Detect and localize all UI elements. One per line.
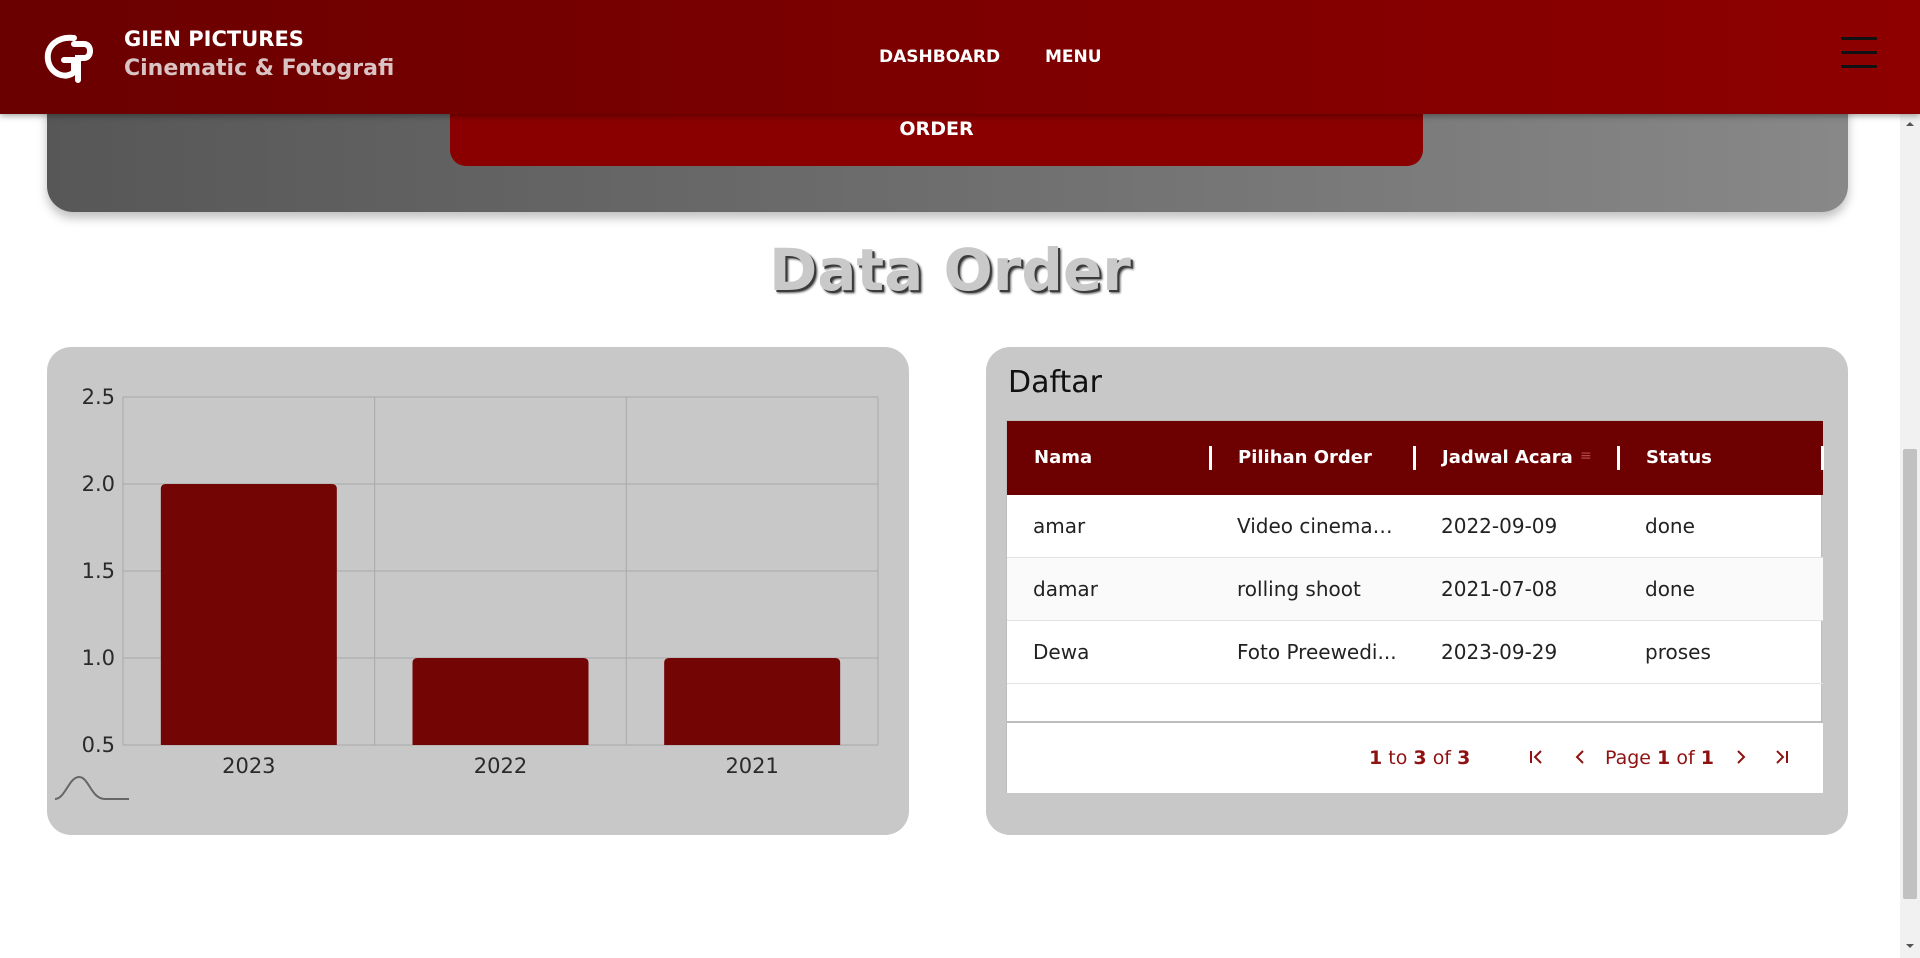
column-header-nama[interactable]: Nama: [1034, 421, 1092, 495]
column-resize-handle[interactable]: [1617, 446, 1620, 470]
nav-dashboard[interactable]: DASHBOARD: [879, 47, 1000, 67]
cell-pilihan-order: Foto Preewedi...: [1237, 640, 1397, 664]
chart-type-toggle-icon[interactable]: [54, 775, 129, 800]
chart-card: 2.5 2.0 1.5 1.0 0.5 2023 2022 2021: [47, 347, 909, 835]
scroll-down-arrow-icon[interactable]: [1904, 940, 1916, 952]
next-page-icon[interactable]: [1731, 747, 1751, 767]
row-from: 1: [1369, 747, 1383, 769]
cell-nama: Dewa: [1033, 640, 1090, 664]
chart-bar: [160, 484, 337, 745]
x-tick-label: 2021: [725, 754, 778, 778]
row-to: 3: [1413, 747, 1427, 769]
sort-lines-icon[interactable]: ≡: [1580, 449, 1596, 463]
cell-jadwal-acara: 2021-07-08: [1441, 577, 1558, 601]
of-word: of: [1676, 747, 1695, 769]
page-summary: Page 1 of 1: [1605, 723, 1714, 793]
y-tick-label: 2.5: [82, 385, 115, 409]
page-word: Page: [1605, 747, 1651, 769]
chart-bar: [412, 658, 589, 745]
column-header-status[interactable]: Status: [1646, 421, 1712, 495]
pagination-bar: 1 to 3 of 3 Page 1 of 1: [1007, 721, 1823, 793]
grid-header: Nama Pilihan Order Jadwal Acara ≡ Status: [1007, 421, 1824, 495]
cell-nama: amar: [1033, 514, 1086, 538]
column-resize-handle[interactable]: [1413, 446, 1416, 470]
y-tick-label: 1.5: [82, 559, 115, 583]
first-page-icon[interactable]: [1526, 747, 1546, 767]
y-tick-label: 0.5: [82, 733, 115, 757]
nav-menu[interactable]: MENU: [1045, 47, 1102, 67]
cell-pilihan-order: Video cinematic: [1237, 514, 1397, 538]
cell-jadwal-acara: 2023-09-29: [1441, 640, 1558, 664]
scroll-up-arrow-icon[interactable]: [1904, 118, 1916, 130]
cell-status: proses: [1645, 640, 1711, 664]
chart-bar: [664, 658, 841, 745]
current-page: 1: [1657, 747, 1671, 769]
page: ORDER GIEN PICTURES Cinematic & Fotograf…: [0, 0, 1920, 958]
y-tick-label: 2.0: [82, 472, 115, 496]
table-card: Daftar Nama Pilihan Order Jadwal Acara ≡…: [986, 347, 1848, 835]
y-tick-label: 1.0: [82, 646, 115, 670]
last-page-icon[interactable]: [1772, 747, 1792, 767]
brand-subtitle: Cinematic & Fotografi: [124, 56, 395, 81]
table-row[interactable]: Dewa Foto Preewedi... 2023-09-29 proses: [1007, 621, 1823, 684]
table-title: Daftar: [1008, 365, 1102, 400]
of-word: of: [1432, 747, 1452, 769]
brand-title[interactable]: GIEN PICTURES: [124, 27, 304, 51]
cell-status: done: [1645, 577, 1695, 601]
cell-jadwal-acara: 2022-09-09: [1441, 514, 1558, 538]
column-resize-handle[interactable]: [1821, 446, 1824, 470]
x-tick-label: 2023: [222, 754, 275, 778]
section-title: Data Order: [769, 236, 1131, 304]
x-tick-label: 2022: [474, 754, 527, 778]
row-summary: 1 to 3 of 3: [1369, 723, 1470, 793]
order-grid: Nama Pilihan Order Jadwal Acara ≡ Status…: [1006, 420, 1824, 793]
gp-logo-icon[interactable]: [40, 30, 96, 86]
row-total: 3: [1457, 747, 1471, 769]
scrollbar-thumb[interactable]: [1903, 449, 1917, 899]
order-bar-chart: 2.5 2.0 1.5 1.0 0.5 2023 2022 2021: [54, 385, 879, 800]
to-word: to: [1388, 747, 1408, 769]
top-navbar: GIEN PICTURES Cinematic & Fotografi DASH…: [0, 0, 1920, 114]
column-resize-handle[interactable]: [1209, 446, 1212, 470]
cell-nama: damar: [1033, 577, 1098, 601]
table-row[interactable]: amar Video cinematic 2022-09-09 done: [1007, 495, 1823, 558]
column-header-jadwal-acara[interactable]: Jadwal Acara: [1442, 421, 1573, 495]
cell-pilihan-order: rolling shoot: [1237, 577, 1361, 601]
hamburger-menu-icon[interactable]: [1841, 37, 1877, 71]
total-pages: 1: [1700, 747, 1714, 769]
column-header-pilihan-order[interactable]: Pilihan Order: [1238, 421, 1372, 495]
previous-page-icon[interactable]: [1570, 747, 1590, 767]
cell-status: done: [1645, 514, 1695, 538]
table-row[interactable]: damar rolling shoot 2021-07-08 done: [1007, 558, 1823, 621]
